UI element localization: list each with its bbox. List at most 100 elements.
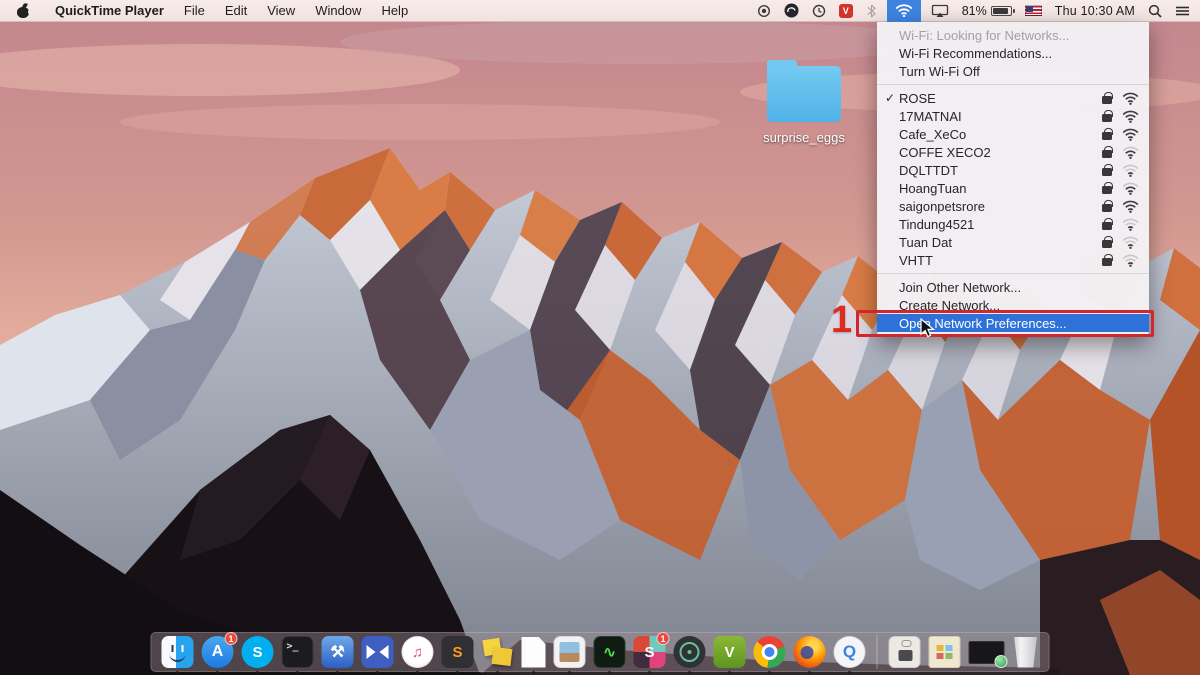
- dock-skype[interactable]: S: [242, 636, 274, 668]
- wifi-network-tuan-dat[interactable]: Tuan Dat: [877, 233, 1149, 251]
- wifi-signal-icon: [1122, 182, 1139, 195]
- wifi-menu-item-recommendations[interactable]: Wi-Fi Recommendations...: [877, 44, 1149, 62]
- sublime-text-icon: S: [442, 636, 474, 668]
- network-name: Tindung4521: [899, 217, 1094, 232]
- menu-bar: QuickTime Player FileEditViewWindowHelp …: [0, 0, 1200, 22]
- network-name: DQLTTDT: [899, 163, 1094, 178]
- dock-activity-monitor[interactable]: ∿: [594, 636, 626, 668]
- dock-preview[interactable]: [554, 636, 586, 668]
- dock-trash[interactable]: [1013, 637, 1039, 668]
- bluetooth-icon[interactable]: [866, 4, 877, 18]
- time-machine-icon[interactable]: [812, 4, 826, 18]
- lock-icon: [1102, 204, 1112, 212]
- menu-view[interactable]: View: [257, 3, 305, 18]
- wifi-menu-item-create-network[interactable]: Create Network...: [877, 296, 1149, 314]
- tutorial-step-number: 1: [831, 299, 852, 342]
- dock-v-app[interactable]: V: [714, 636, 746, 668]
- quicktime-player-icon: Q: [834, 636, 866, 668]
- running-indicator: [456, 671, 459, 674]
- dock-stickies[interactable]: [482, 636, 514, 668]
- dock-app-store[interactable]: A1: [202, 636, 234, 668]
- firefox-icon: [794, 636, 826, 668]
- dock-atom-app[interactable]: [674, 636, 706, 668]
- wifi-signal-icon: [1122, 128, 1139, 141]
- us-flag-icon[interactable]: [1025, 5, 1042, 16]
- menu-edit[interactable]: Edit: [215, 3, 257, 18]
- menu-bar-left: QuickTime Player FileEditViewWindowHelp: [10, 3, 418, 19]
- dock-visual-studio[interactable]: [362, 636, 394, 668]
- skype-icon: S: [242, 636, 274, 668]
- wifi-signal-icon: [1122, 236, 1139, 249]
- dock-documents-folder[interactable]: [929, 636, 961, 668]
- running-indicator: [568, 671, 571, 674]
- wifi-network-tindung4521[interactable]: Tindung4521: [877, 215, 1149, 233]
- airplay-icon[interactable]: [931, 4, 949, 18]
- dock-sublime-text[interactable]: S: [442, 636, 474, 668]
- visual-studio-icon: [362, 636, 394, 668]
- notification-center-icon[interactable]: [1175, 5, 1190, 17]
- dock-itunes[interactable]: ♫: [402, 636, 434, 668]
- dock-archive-utility[interactable]: [889, 636, 921, 668]
- dock-minimized-window[interactable]: [969, 641, 1005, 664]
- mouse-cursor: [920, 318, 938, 344]
- menu-bar-clock[interactable]: Thu 10:30 AM: [1055, 4, 1135, 18]
- menu-help[interactable]: Help: [371, 3, 418, 18]
- wifi-icon[interactable]: [887, 0, 921, 22]
- wifi-network-coffe-xeco2[interactable]: COFFE XECO2: [877, 143, 1149, 161]
- apple-menu-icon[interactable]: [16, 3, 31, 19]
- network-name: Cafe_XeCo: [899, 127, 1094, 142]
- network-name: saigonpetsrore: [899, 199, 1094, 214]
- wifi-network-rose[interactable]: ✓ROSE: [877, 89, 1149, 107]
- spotlight-icon[interactable]: [1148, 4, 1162, 18]
- dock-firefox[interactable]: [794, 636, 826, 668]
- itunes-icon: ♫: [402, 636, 434, 668]
- wifi-network-hoangtuan[interactable]: HoangTuan: [877, 179, 1149, 197]
- dock-text-document[interactable]: [522, 637, 546, 668]
- menu-separator: [877, 84, 1149, 85]
- wifi-network-list: ✓ROSE 17MATNAI Cafe_XeCo COFFE XECO2 DQL…: [877, 89, 1149, 269]
- v-shield-icon[interactable]: V: [839, 4, 853, 18]
- wifi-network-dqlttdt[interactable]: DQLTTDT: [877, 161, 1149, 179]
- dock-finder[interactable]: [162, 636, 194, 668]
- lock-icon: [1102, 258, 1112, 266]
- running-indicator: [608, 671, 611, 674]
- menu-window[interactable]: Window: [305, 3, 371, 18]
- dock-chrome[interactable]: [754, 636, 786, 668]
- wifi-network-saigonpetsrore[interactable]: saigonpetsrore: [877, 197, 1149, 215]
- network-name: COFFE XECO2: [899, 145, 1094, 160]
- running-indicator: [376, 671, 379, 674]
- active-app-name[interactable]: QuickTime Player: [45, 3, 174, 18]
- battery-indicator[interactable]: 81%: [962, 4, 1012, 18]
- wifi-menu-item-turn-off[interactable]: Turn Wi-Fi Off: [877, 62, 1149, 80]
- atom-app-icon: [674, 636, 706, 668]
- menu-file[interactable]: File: [174, 3, 215, 18]
- wifi-signal-icon: [1122, 200, 1139, 213]
- wifi-dropdown-menu: Wi-Fi: Looking for Networks... Wi-Fi Rec…: [877, 22, 1149, 337]
- dock-slack[interactable]: S1: [634, 636, 666, 668]
- record-icon[interactable]: [757, 4, 771, 18]
- lock-icon: [1102, 132, 1112, 140]
- wifi-network-cafe_xeco[interactable]: Cafe_XeCo: [877, 125, 1149, 143]
- wifi-signal-icon: [1122, 218, 1139, 231]
- network-name: HoangTuan: [899, 181, 1094, 196]
- lock-icon: [1102, 186, 1112, 194]
- creative-cloud-icon[interactable]: [784, 3, 799, 18]
- wifi-network-17matnai[interactable]: 17MATNAI: [877, 107, 1149, 125]
- wifi-menu-item-open-prefs[interactable]: Open Network Preferences...: [877, 314, 1149, 332]
- dock-xcode[interactable]: ⚒: [322, 636, 354, 668]
- archive-utility-icon: [889, 636, 921, 668]
- wifi-menu-item-join-other[interactable]: Join Other Network...: [877, 278, 1149, 296]
- running-indicator: [808, 671, 811, 674]
- desktop-folder-surprise-eggs[interactable]: surprise_eggs: [762, 58, 846, 145]
- running-indicator: [768, 671, 771, 674]
- folder-body: [767, 66, 841, 122]
- dock-quicktime-player[interactable]: Q: [834, 636, 866, 668]
- network-name: ROSE: [899, 91, 1094, 106]
- dock-terminal[interactable]: >_: [282, 636, 314, 668]
- v-app-icon: V: [714, 636, 746, 668]
- apple-logo-bite: [28, 9, 34, 15]
- wifi-signal-icon: [1122, 92, 1139, 105]
- wifi-network-vhtt[interactable]: VHTT: [877, 251, 1149, 269]
- documents-folder-icon: [929, 636, 961, 668]
- lock-icon: [1102, 96, 1112, 104]
